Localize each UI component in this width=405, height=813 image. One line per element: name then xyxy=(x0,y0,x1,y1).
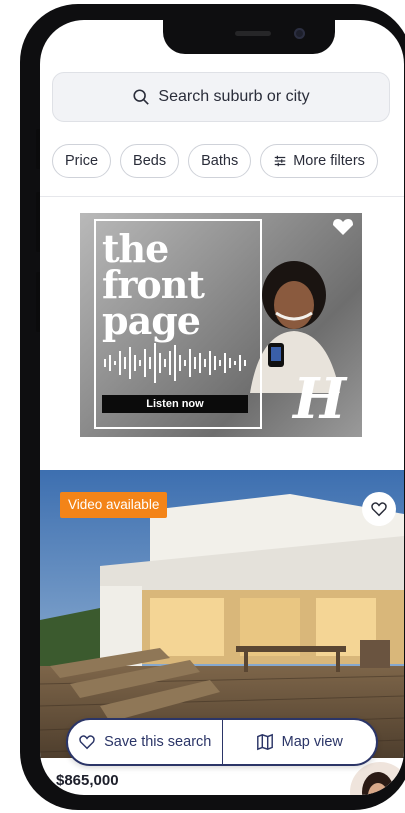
heart-icon xyxy=(371,502,387,517)
ad-title-line: page xyxy=(102,298,201,343)
filter-chip-label: Price xyxy=(65,153,99,169)
ad-title: the front page xyxy=(102,230,205,343)
ad-banner[interactable]: the front page Listen now H xyxy=(80,213,362,437)
agent-avatar-image xyxy=(362,772,394,795)
app-screen: Search suburb or city Price Beds Baths M… xyxy=(40,20,404,795)
map-view-button[interactable]: Map view xyxy=(223,720,377,764)
header-divider xyxy=(40,196,404,197)
filter-chip-label: Baths xyxy=(201,153,239,169)
listen-now-button[interactable]: Listen now xyxy=(102,395,248,413)
iheart-logo-icon xyxy=(333,219,353,235)
save-search-button[interactable]: Save this search xyxy=(68,720,222,764)
search-icon xyxy=(133,89,150,105)
filter-chip-more[interactable]: More filters xyxy=(260,144,378,178)
map-icon xyxy=(256,733,273,751)
notch xyxy=(163,20,335,54)
speaker-grille xyxy=(235,31,271,36)
search-input[interactable]: Search suburb or city xyxy=(52,72,390,122)
sliders-icon xyxy=(274,155,286,167)
favourite-button[interactable] xyxy=(362,492,396,526)
listing-card[interactable]: Video available xyxy=(40,470,404,758)
heart-icon xyxy=(79,735,95,750)
front-camera xyxy=(294,28,305,39)
search-placeholder: Search suburb or city xyxy=(158,88,310,105)
map-view-label: Map view xyxy=(281,734,343,750)
filter-chip-price[interactable]: Price xyxy=(52,144,112,178)
filter-chip-beds[interactable]: Beds xyxy=(120,144,180,178)
filter-chip-baths[interactable]: Baths xyxy=(188,144,252,178)
herald-logo: H xyxy=(293,366,346,432)
audio-waveform-icon xyxy=(104,343,246,383)
filter-chip-label: More filters xyxy=(293,153,365,169)
filter-bar: Price Beds Baths More filters xyxy=(52,144,378,180)
agent-avatar[interactable] xyxy=(350,762,404,795)
floating-action-bar: Save this search Map view xyxy=(66,718,378,766)
video-available-badge: Video available xyxy=(60,492,168,518)
filter-chip-label: Beds xyxy=(133,153,167,169)
save-search-label: Save this search xyxy=(104,734,212,750)
listing-price: $865,000 xyxy=(56,772,119,789)
